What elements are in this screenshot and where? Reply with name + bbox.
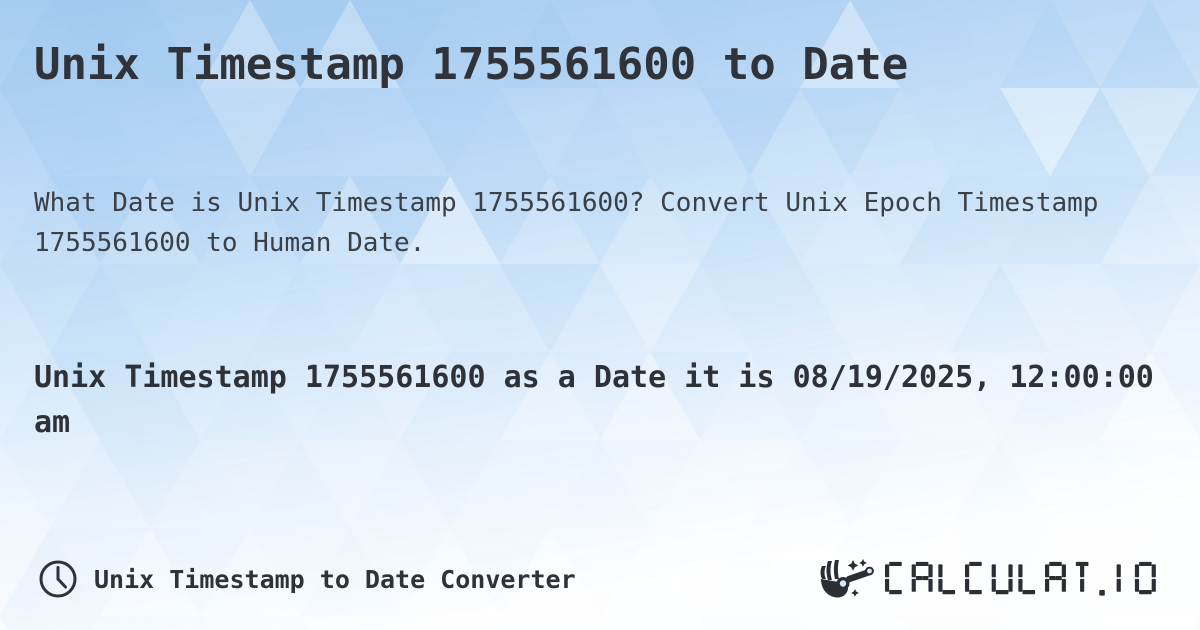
clock-icon bbox=[38, 559, 78, 599]
brand-logo[interactable] bbox=[817, 558, 1162, 600]
page-root: Unix Timestamp 1755561600 to Date What D… bbox=[0, 0, 1200, 630]
page-title: Unix Timestamp 1755561600 to Date bbox=[34, 39, 909, 90]
footer-label: Unix Timestamp to Date Converter bbox=[94, 564, 576, 594]
conversion-result: Unix Timestamp 1755561600 as a Date it i… bbox=[34, 360, 1154, 440]
footer: Unix Timestamp to Date Converter bbox=[0, 552, 1200, 606]
magic-wand-hand-icon bbox=[817, 558, 875, 600]
footer-branding-left: Unix Timestamp to Date Converter bbox=[38, 559, 576, 599]
page-description: What Date is Unix Timestamp 1755561600? … bbox=[34, 188, 1099, 259]
content-area: Unix Timestamp 1755561600 to Date What D… bbox=[0, 0, 1200, 630]
brand-wordmark bbox=[885, 559, 1162, 599]
